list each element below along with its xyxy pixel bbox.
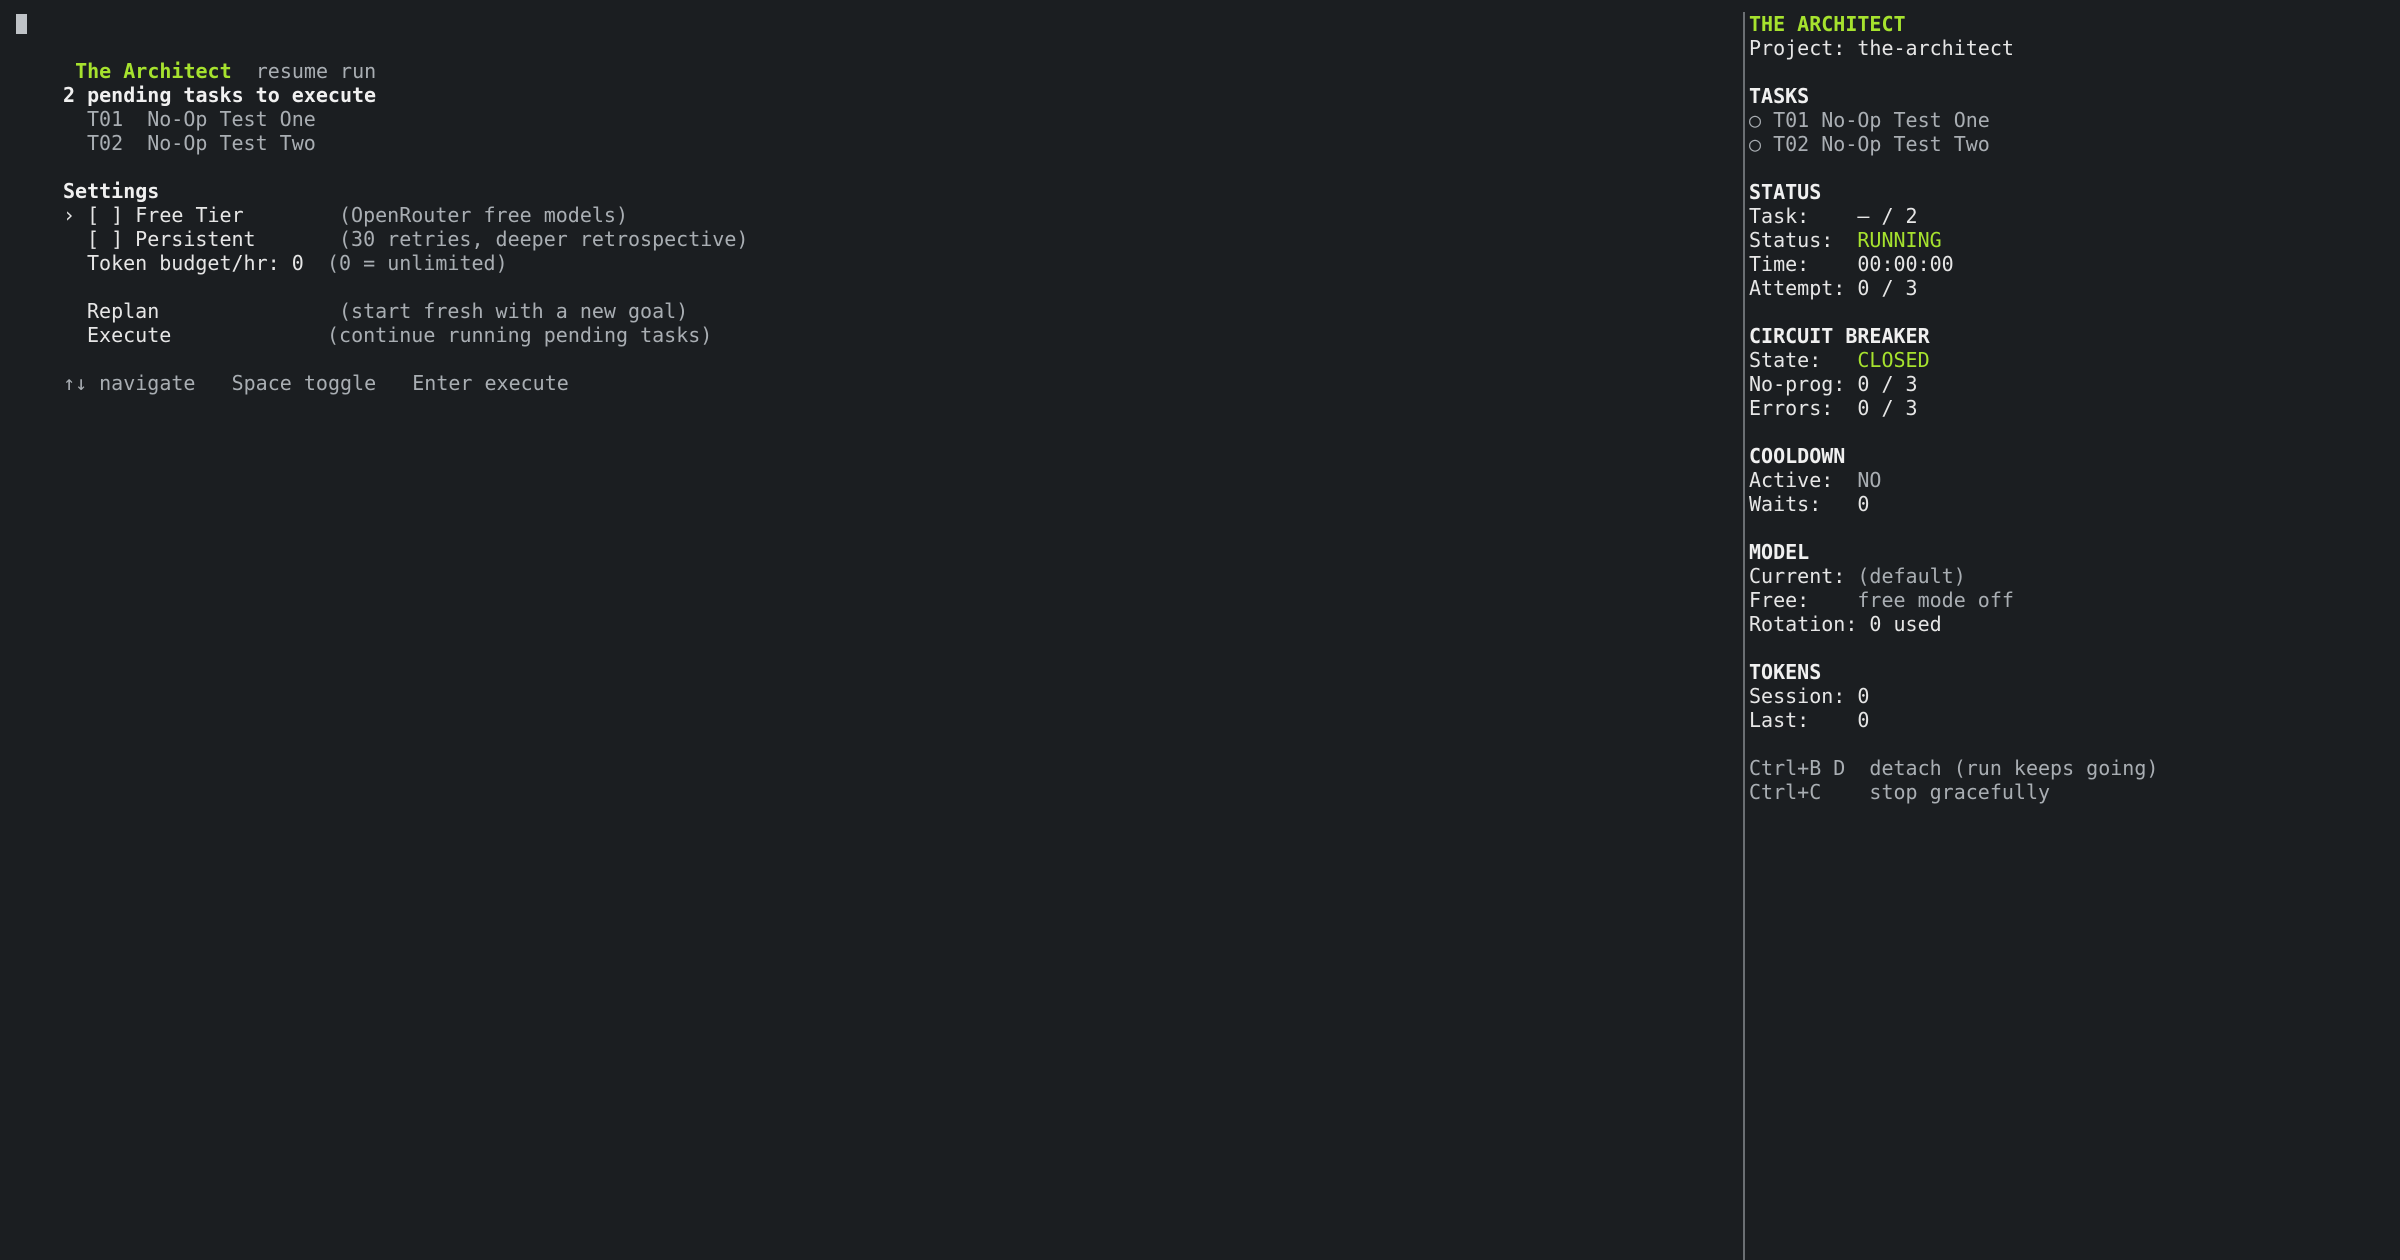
session-tokens: Session: 0 [1749, 684, 1870, 708]
state-value: CLOSED [1857, 348, 1930, 372]
settings-heading: Settings [63, 179, 160, 203]
model-rotation: Rotation: 0 used [1749, 612, 1942, 636]
attempt-count: Attempt: 0 / 3 [1749, 276, 1918, 300]
breaker-state: State: CLOSED [1749, 348, 1930, 372]
cooldown-active: Active: NO [1749, 468, 1882, 492]
cooldown-waits: Waits: 0 [1749, 492, 1870, 516]
token-budget-note: (0 = unlimited) [327, 251, 508, 275]
tokens-heading: TOKENS [1749, 660, 1822, 684]
task-progress: Task: – / 2 [1749, 204, 1918, 228]
errors-count: Errors: 0 / 3 [1749, 396, 1918, 420]
setting-label: Free Tier [135, 203, 244, 227]
checkbox-free-tier[interactable]: [ ] [87, 203, 123, 227]
pending-task-item: T02 No-Op Test Two [87, 131, 316, 155]
no-progress-count: No-prog: 0 / 3 [1749, 372, 1918, 396]
pane-divider [1743, 12, 1745, 1260]
circuit-breaker-heading: CIRCUIT BREAKER [1749, 324, 1930, 348]
pending-title: 2 pending tasks to execute [63, 83, 377, 107]
free-mode: Free: free mode off [1749, 588, 2014, 612]
replan-note: (start fresh with a new goal) [339, 299, 689, 323]
project-name: Project: the-architect [1749, 36, 2014, 60]
sidebar-title: THE ARCHITECT [1749, 12, 1906, 36]
setting-free-tier[interactable]: › [ ] Free Tier [63, 203, 244, 227]
elapsed-time: Time: 00:00:00 [1749, 252, 1954, 276]
cooldown-heading: COOLDOWN [1749, 444, 1846, 468]
token-budget-setting[interactable]: Token budget/hr: 0 [87, 251, 304, 275]
execute-note: (continue running pending tasks) [327, 323, 713, 347]
last-tokens: Last: 0 [1749, 708, 1870, 732]
current-model: Current: (default) [1749, 564, 1966, 588]
keyboard-help: ↑↓ navigate Space toggle Enter execute [63, 371, 569, 395]
selection-indicator-icon: › [63, 203, 76, 227]
shortcut-detach: Ctrl+B D detach (run keeps going) [1749, 756, 2159, 780]
status-value: RUNNING [1857, 228, 1942, 252]
pending-task-item: T01 No-Op Test One [87, 107, 316, 131]
tasks-heading: TASKS [1749, 84, 1810, 108]
setting-note: (OpenRouter free models) [339, 203, 628, 227]
setting-persistent[interactable]: [ ] Persistent [87, 227, 256, 251]
status-heading: STATUS [1749, 180, 1822, 204]
mode-label: resume run [255, 59, 377, 83]
model-heading: MODEL [1749, 540, 1810, 564]
shortcut-stop: Ctrl+C stop gracefully [1749, 780, 2051, 804]
setting-label: Persistent [135, 227, 256, 251]
app-title: The Architect [75, 59, 232, 83]
run-status: Status: RUNNING [1749, 228, 1942, 252]
execute-action[interactable]: Execute [87, 323, 171, 347]
replan-action[interactable]: Replan [87, 299, 159, 323]
sidebar-task-item: ○ T01 No-Op Test One [1749, 108, 1990, 132]
checkbox-persistent[interactable]: [ ] [87, 227, 123, 251]
terminal-cursor [16, 14, 27, 34]
sidebar-task-item: ○ T02 No-Op Test Two [1749, 132, 1990, 156]
setting-note: (30 retries, deeper retrospective) [339, 227, 749, 251]
